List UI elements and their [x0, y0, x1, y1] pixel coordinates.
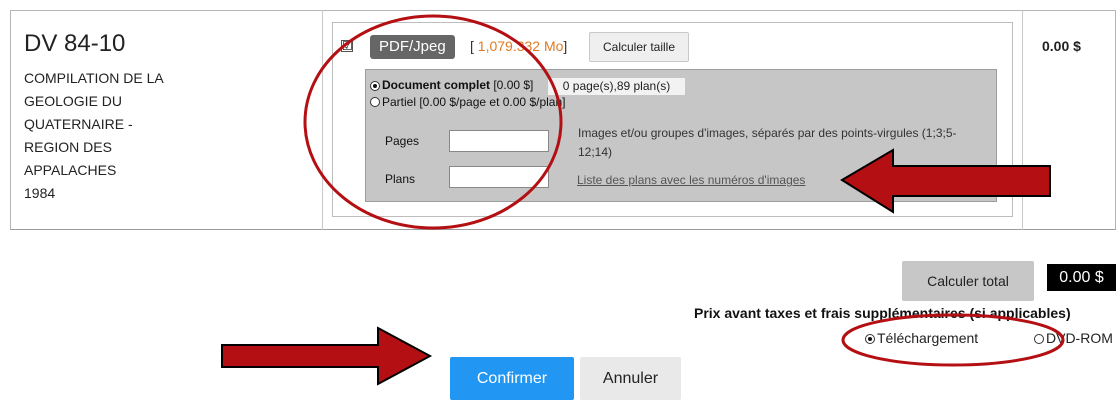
- format-badge: PDF/Jpeg: [370, 35, 455, 59]
- format-checkbox[interactable]: ☑: [341, 40, 353, 52]
- complete-document-price: [0.00 $]: [490, 78, 534, 92]
- description-line: QUATERNAIRE -: [24, 116, 133, 132]
- price-note: Prix avant taxes et frais supplémentaire…: [694, 305, 1071, 321]
- description-line: 1984: [24, 185, 56, 201]
- calculate-total-button[interactable]: Calculer total: [902, 261, 1034, 301]
- download-radio[interactable]: [865, 334, 875, 344]
- complete-document-title: Document complet: [382, 78, 491, 92]
- confirm-button[interactable]: Confirmer: [450, 357, 574, 400]
- column-divider: [1022, 10, 1023, 230]
- arrow-right-icon: [221, 326, 433, 386]
- pages-label: Pages: [385, 134, 420, 148]
- description-line: APPALACHES: [24, 162, 117, 178]
- partial-document-label: Partiel [0.00 $/page et 0.00 $/plan]: [382, 95, 566, 109]
- description-line: GEOLOGIE DU: [24, 93, 123, 109]
- document-code: DV 84-10: [24, 30, 126, 57]
- cancel-button[interactable]: Annuler: [580, 357, 681, 400]
- dvd-radio[interactable]: [1034, 334, 1044, 344]
- plans-input[interactable]: [449, 166, 549, 188]
- plans-label: Plans: [385, 172, 416, 186]
- file-size-open: [: [470, 38, 478, 54]
- partial-document-radio[interactable]: [370, 97, 380, 107]
- plans-list-link[interactable]: Liste des plans avec les numéros d'image…: [577, 173, 805, 187]
- line-price: 0.00 $: [1042, 38, 1081, 54]
- column-divider: [322, 10, 323, 230]
- pages-input[interactable]: [449, 130, 549, 152]
- dvd-label: DVD-ROM: [1046, 330, 1113, 346]
- complete-document-label: Document complet [0.00 $]: [382, 78, 533, 92]
- pages-plans-count: 0 page(s),89 plan(s): [548, 78, 685, 95]
- document-description: COMPILATION DE LA GEOLOGIE DU QUATERNAIR…: [24, 67, 224, 205]
- file-size: [ 1,079.332 Mo]: [470, 38, 567, 54]
- file-size-close: ]: [563, 38, 568, 54]
- file-size-value: 1,079.332 Mo: [477, 38, 564, 54]
- calculate-size-button[interactable]: Calculer taille: [589, 32, 689, 62]
- complete-document-radio[interactable]: [370, 81, 380, 91]
- download-label: Téléchargement: [877, 330, 979, 346]
- total-value: 0.00 $: [1047, 264, 1116, 291]
- description-line: COMPILATION DE LA: [24, 70, 164, 86]
- images-help-text: Images et/ou groupes d'images, séparés p…: [578, 126, 957, 159]
- description-line: REGION DES: [24, 139, 112, 155]
